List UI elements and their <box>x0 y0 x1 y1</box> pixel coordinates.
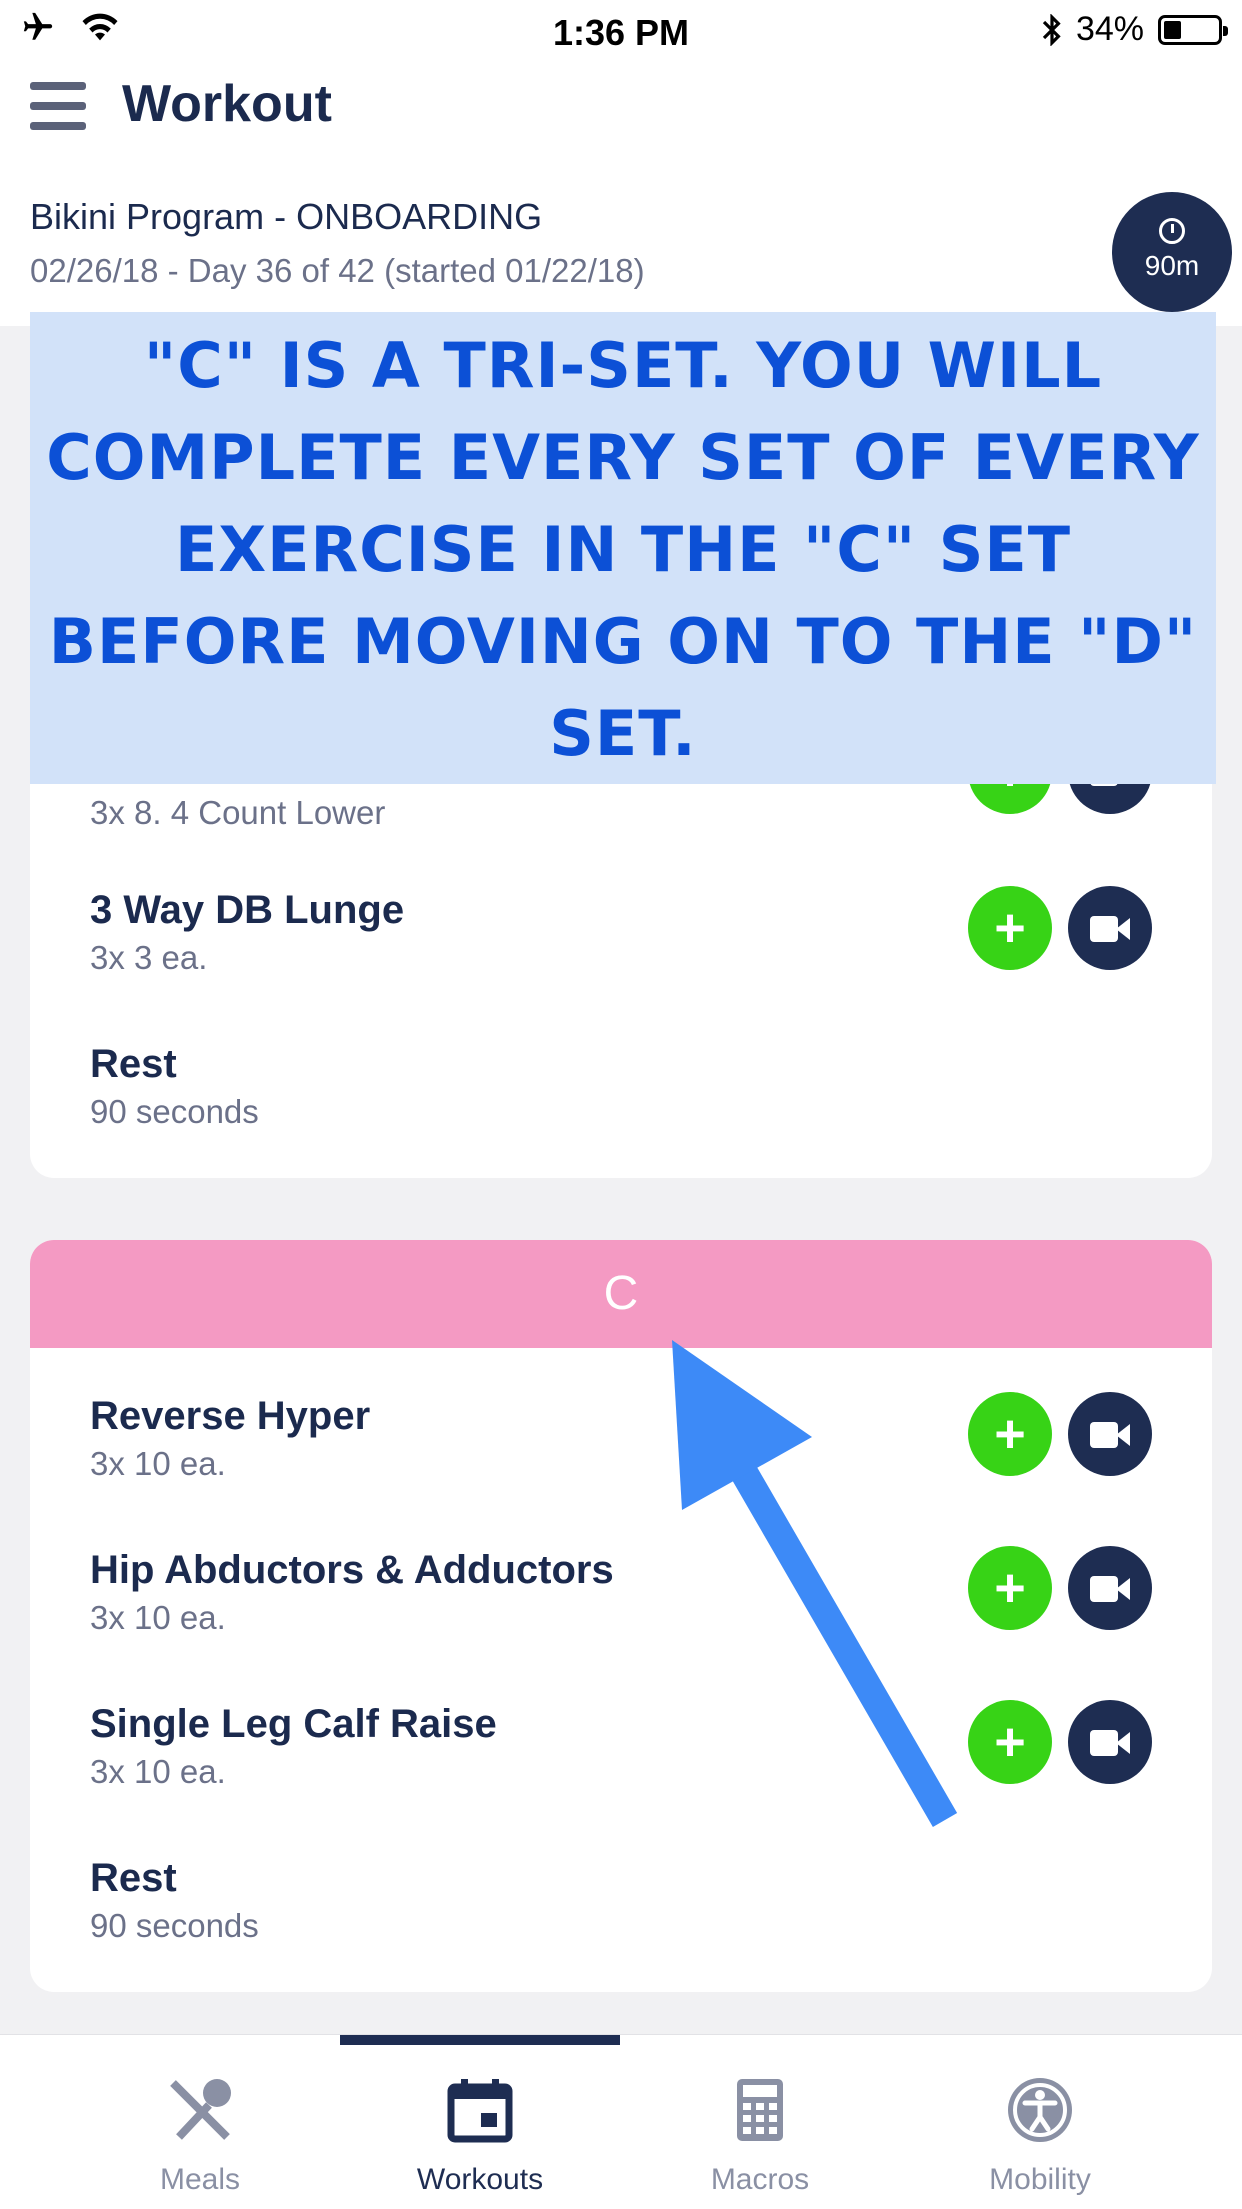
tab-label: Macros <box>710 2163 810 2196</box>
tab-label: Workouts <box>416 2163 544 2196</box>
video-camera-icon <box>1090 1576 1118 1602</box>
rest-duration: 90 seconds <box>90 1093 259 1130</box>
rest-label: Rest <box>90 1042 177 1086</box>
list-item: Rest 90 seconds <box>90 1856 259 1945</box>
tab-meals[interactable]: Meals <box>60 2075 340 2197</box>
timer-label: 90m <box>1144 250 1200 281</box>
exercise-name: Hip Abductors & Adductors <box>90 1548 614 1592</box>
list-item: Rest 90 seconds <box>90 1042 259 1131</box>
list-item: 3 Way DB Lunge 3x 3 ea. <box>90 888 404 977</box>
status-right: 34% <box>1042 10 1228 49</box>
utensils-icon <box>165 2075 235 2145</box>
clock-icon <box>1159 218 1185 244</box>
workout-header: Workout Bikini Program - ONBOARDING 02/2… <box>0 62 1242 326</box>
add-exercise-button[interactable]: + <box>968 1392 1052 1476</box>
add-exercise-button[interactable]: + <box>968 1546 1052 1630</box>
exercise-detail: 3x 10 ea. <box>90 1445 226 1482</box>
list-item: Reverse Hyper 3x 10 ea. <box>90 1394 370 1483</box>
exercise-detail: 3x 10 ea. <box>90 1753 226 1790</box>
tab-macros[interactable]: Macros <box>620 2075 900 2197</box>
group-c-header: C <box>30 1240 1212 1348</box>
exercise-detail: 3x 10 ea. <box>90 1599 226 1636</box>
battery-icon <box>1158 14 1228 45</box>
calculator-icon <box>725 2075 795 2145</box>
menu-icon[interactable] <box>30 82 86 130</box>
video-button[interactable] <box>1068 1392 1152 1476</box>
exercise-detail: 3x 3 ea. <box>90 939 208 976</box>
add-exercise-button[interactable]: + <box>968 1700 1052 1784</box>
tab-mobility[interactable]: Mobility <box>900 2075 1180 2197</box>
annotation-overlay: "C" is a tri-set. You will complete ever… <box>30 312 1216 784</box>
program-name: Bikini Program - ONBOARDING <box>30 196 543 237</box>
exercise-name: Single Leg Calf Raise <box>90 1702 497 1746</box>
exercise-name: 3 Way DB Lunge <box>90 888 405 932</box>
rest-duration: 90 seconds <box>90 1907 259 1944</box>
video-button[interactable] <box>1068 1546 1152 1630</box>
page-title: Workout <box>122 75 332 133</box>
video-camera-icon <box>1090 1422 1118 1448</box>
rest-label: Rest <box>90 1856 177 1900</box>
bottom-tab-bar: Meals Workouts Macros Mobility <box>0 2034 1242 2209</box>
battery-percent: 34% <box>1075 10 1144 48</box>
tab-label: Meals <box>159 2163 241 2196</box>
video-button[interactable] <box>1068 1700 1152 1784</box>
tab-workouts[interactable]: Workouts <box>340 2075 620 2197</box>
list-item: 3x 8. 4 Count Lower <box>90 788 385 832</box>
exercise-group-c-card: C Reverse Hyper 3x 10 ea. + Hip Abductor… <box>30 1240 1212 1992</box>
exercise-name: Reverse Hyper <box>90 1394 371 1438</box>
workout-timer-button[interactable]: 90m <box>1112 192 1232 312</box>
add-exercise-button[interactable]: + <box>968 886 1052 970</box>
video-camera-icon <box>1090 1730 1118 1756</box>
tab-label: Mobility <box>989 2163 1091 2196</box>
video-camera-icon <box>1090 916 1118 942</box>
list-item: Hip Abductors & Adductors 3x 10 ea. <box>90 1548 614 1637</box>
list-item: Single Leg Calf Raise 3x 10 ea. <box>90 1702 497 1791</box>
bluetooth-icon <box>1042 13 1061 46</box>
status-bar: 1:36 PM 34% <box>0 0 1242 62</box>
accessibility-icon <box>1005 2075 1075 2145</box>
program-date-line: 02/26/18 - Day 36 of 42 (started 01/22/1… <box>30 252 645 289</box>
exercise-detail: 3x 8. 4 Count Lower <box>90 794 386 831</box>
video-button[interactable] <box>1068 886 1152 970</box>
calendar-icon <box>445 2075 515 2145</box>
active-tab-indicator <box>340 2035 620 2045</box>
